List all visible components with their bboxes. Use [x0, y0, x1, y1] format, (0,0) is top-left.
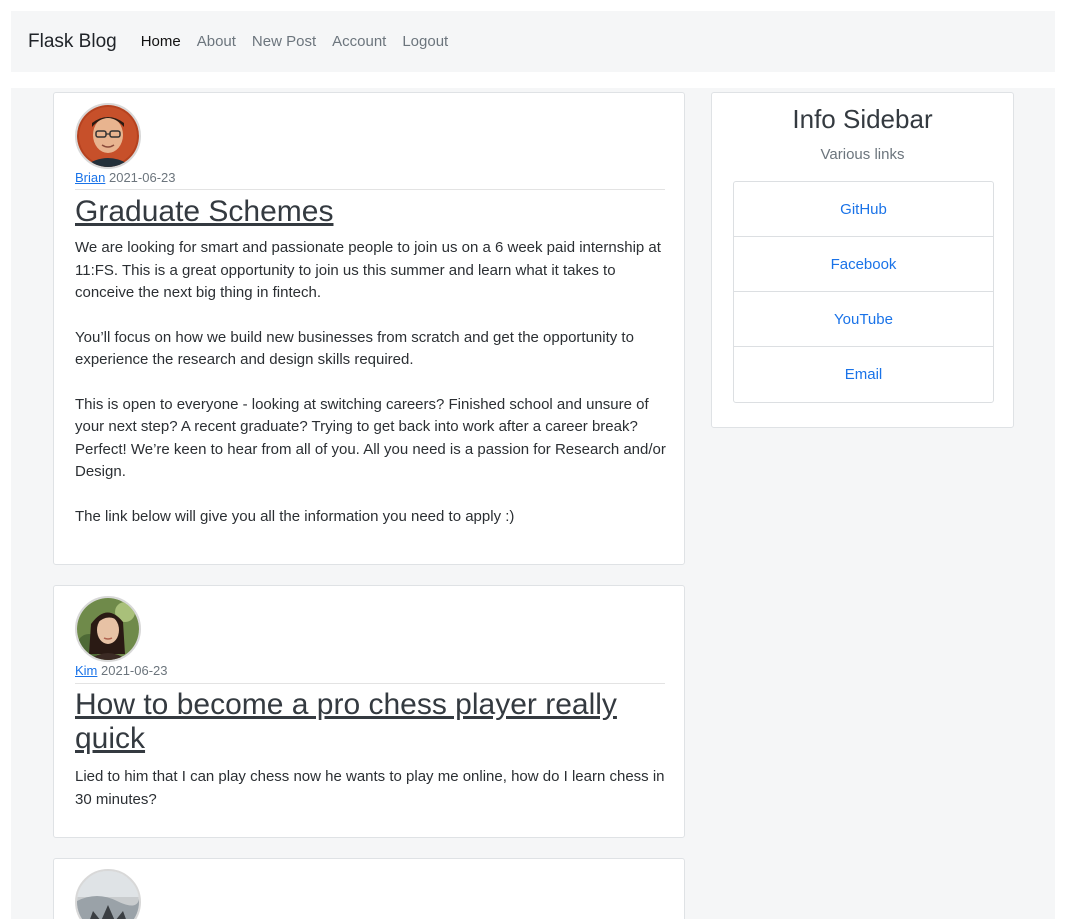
- sidebar-link-youtube[interactable]: YouTube: [734, 292, 993, 347]
- navbar: Flask Blog Home About New Post Account L…: [11, 11, 1055, 72]
- sidebar-link-email[interactable]: Email: [734, 347, 993, 402]
- avatar: [75, 103, 141, 169]
- divider: [75, 683, 665, 684]
- post-title-link[interactable]: How to become a pro chess player really …: [75, 688, 665, 756]
- nav-new-post-link[interactable]: New Post: [252, 33, 316, 50]
- post-date: 2021-06-23: [108, 170, 176, 185]
- post-content: Lied to him that I can play chess now he…: [75, 766, 667, 811]
- sidebar-title: Info Sidebar: [792, 104, 933, 134]
- post-paragraph: We are looking for smart and passionate …: [75, 239, 661, 301]
- post-author-link[interactable]: Kim: [75, 663, 97, 678]
- nav-logout-link[interactable]: Logout: [402, 33, 448, 50]
- post-content: We are looking for smart and passionate …: [75, 237, 667, 528]
- info-sidebar: Info Sidebar Various links GitHub Facebo…: [711, 92, 1014, 428]
- brand-link[interactable]: Flask Blog: [28, 31, 117, 53]
- nav-account-link[interactable]: Account: [332, 33, 386, 50]
- avatar: [75, 596, 141, 662]
- nav-home-link[interactable]: Home: [141, 33, 181, 50]
- post-paragraph: This is open to everyone - looking at sw…: [75, 395, 666, 481]
- post-author-link[interactable]: Brian: [75, 170, 105, 185]
- post-title-link[interactable]: Graduate Schemes: [75, 195, 665, 229]
- post-paragraph: You’ll focus on how we build new busines…: [75, 328, 634, 369]
- sidebar-subtitle: Various links: [820, 146, 905, 163]
- nav-about-link[interactable]: About: [197, 33, 236, 50]
- avatar: [75, 869, 141, 919]
- post-date: 2021-06-23: [101, 663, 168, 678]
- divider: [75, 189, 665, 190]
- post-card: Brian 2021-06-23 Graduate Schemes We are…: [53, 92, 685, 565]
- page: Flask Blog Home About New Post Account L…: [0, 0, 1067, 919]
- post-meta: Brian 2021-06-23: [75, 170, 175, 185]
- nav-links: Home About New Post Account Logout: [141, 33, 465, 50]
- sidebar-link-list: GitHub Facebook YouTube Email: [733, 181, 994, 403]
- sidebar-link-github[interactable]: GitHub: [734, 182, 993, 237]
- post-paragraph: The link below will give you all the inf…: [75, 507, 515, 525]
- post-card: [53, 858, 685, 919]
- post-meta: Kim 2021-06-23: [75, 663, 168, 678]
- post-paragraph: Lied to him that I can play chess now he…: [75, 768, 665, 808]
- post-card: Kim 2021-06-23 How to become a pro chess…: [53, 585, 685, 838]
- sidebar-link-facebook[interactable]: Facebook: [734, 237, 993, 292]
